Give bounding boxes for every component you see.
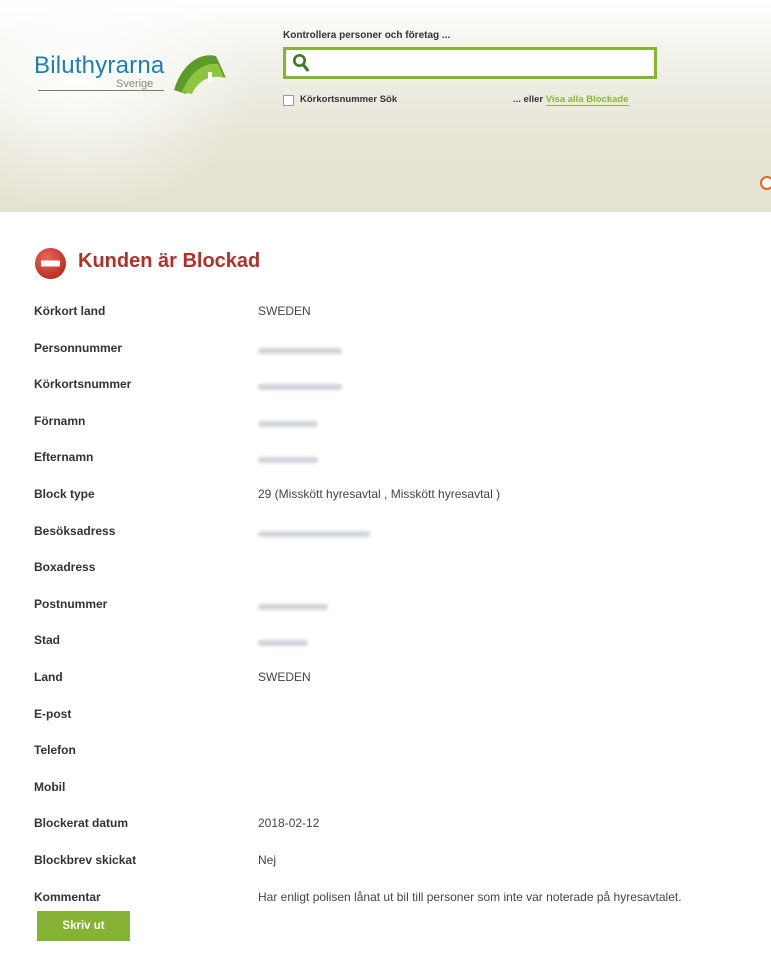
orange-circle-icon[interactable] xyxy=(760,176,771,190)
detail-row: Personnummer xyxy=(34,341,771,361)
print-button[interactable]: Skriv ut xyxy=(37,911,130,941)
redacted-value xyxy=(258,341,342,355)
detail-row: E-post xyxy=(34,707,771,727)
show-all-blocked: ... eller Visa alla Blockade xyxy=(513,94,629,106)
blocked-icon xyxy=(35,248,66,279)
detail-row: Blockerat datum 2018-02-12 xyxy=(34,816,771,836)
detail-label: Mobil xyxy=(34,780,66,794)
detail-value: Har enligt polisen lånat ut bil till per… xyxy=(258,890,682,904)
redacted-value xyxy=(258,414,318,428)
redaction-blur xyxy=(258,530,370,537)
detail-row: Postnummer xyxy=(34,597,771,617)
redaction-blur xyxy=(258,456,318,463)
detail-label: Personnummer xyxy=(34,341,123,355)
detail-label: Boxadress xyxy=(34,560,96,574)
detail-label: Telefon xyxy=(34,743,76,757)
redaction-blur xyxy=(258,420,318,427)
redacted-value xyxy=(258,450,318,464)
detail-label: Stad xyxy=(34,633,61,647)
detail-label: Körkortsnummer xyxy=(34,377,132,391)
redacted-value xyxy=(258,524,370,538)
logo-subtext: Sverige xyxy=(116,78,154,90)
biluthyrarna-logo[interactable]: Biluthyrarna Sverige xyxy=(34,52,226,102)
redaction-blur xyxy=(258,603,328,610)
site-header: Biluthyrarna Sverige Kontrollera persone… xyxy=(0,0,771,212)
redaction-blur xyxy=(258,347,342,354)
detail-row: Förnamn xyxy=(34,414,771,434)
detail-row: Körkort land SWEDEN xyxy=(34,304,771,324)
detail-row: Telefon xyxy=(34,743,771,763)
detail-label: Land xyxy=(34,670,63,684)
detail-value: 29 (Misskött hyresavtal , Misskött hyres… xyxy=(258,487,501,501)
detail-label: Block type xyxy=(34,487,95,501)
redaction-blur xyxy=(258,639,308,646)
search-label: Kontrollera personer och företag ... xyxy=(283,30,451,41)
detail-value: 2018-02-12 xyxy=(258,816,320,830)
road-sign-icon xyxy=(174,55,226,94)
license-search-label: Körkortsnummer Sök xyxy=(300,94,398,105)
redaction-blur xyxy=(258,383,342,390)
detail-row: Mobil xyxy=(34,780,771,800)
detail-row: Kommentar Har enligt polisen lånat ut bil… xyxy=(34,890,771,910)
detail-label: Kommentar xyxy=(34,890,101,904)
detail-label: Blockerat datum xyxy=(34,816,129,830)
detail-row: Körkortsnummer xyxy=(34,377,771,397)
detail-row: Stad xyxy=(34,633,771,653)
alert-title: Kunden är Blockad xyxy=(78,250,261,272)
detail-value: SWEDEN xyxy=(258,670,311,684)
redacted-value xyxy=(258,377,342,391)
search-icon xyxy=(293,54,309,72)
detail-value: Nej xyxy=(258,853,277,867)
logo-text: Biluthyrarna xyxy=(34,52,165,79)
detail-label: Postnummer xyxy=(34,597,108,611)
detail-row: Boxadress xyxy=(34,560,771,580)
redacted-value xyxy=(258,633,308,647)
detail-label: Körkort land xyxy=(34,304,106,318)
header-highlight xyxy=(0,0,260,212)
detail-label: Efternamn xyxy=(34,450,94,464)
eller-text: ... eller xyxy=(513,94,544,105)
detail-row: Land SWEDEN xyxy=(34,670,771,690)
search-input[interactable] xyxy=(316,54,650,76)
detail-row: Blockbrev skickat Nej xyxy=(34,853,771,873)
detail-label: E-post xyxy=(34,707,72,721)
detail-row: Besöksadress xyxy=(34,524,771,544)
license-search-checkbox[interactable] xyxy=(283,95,294,106)
logo-underline xyxy=(38,90,164,91)
detail-label: Besöksadress xyxy=(34,524,116,538)
detail-value: SWEDEN xyxy=(258,304,311,318)
redacted-value xyxy=(258,597,328,611)
detail-row: Efternamn xyxy=(34,450,771,470)
detail-label: Förnamn xyxy=(34,414,86,428)
show-all-blocked-link[interactable]: Visa alla Blockade xyxy=(545,94,629,106)
detail-row: Block type 29 (Misskött hyresavtal , Miss… xyxy=(34,487,771,507)
search-box[interactable] xyxy=(283,47,657,79)
detail-label: Blockbrev skickat xyxy=(34,853,137,867)
